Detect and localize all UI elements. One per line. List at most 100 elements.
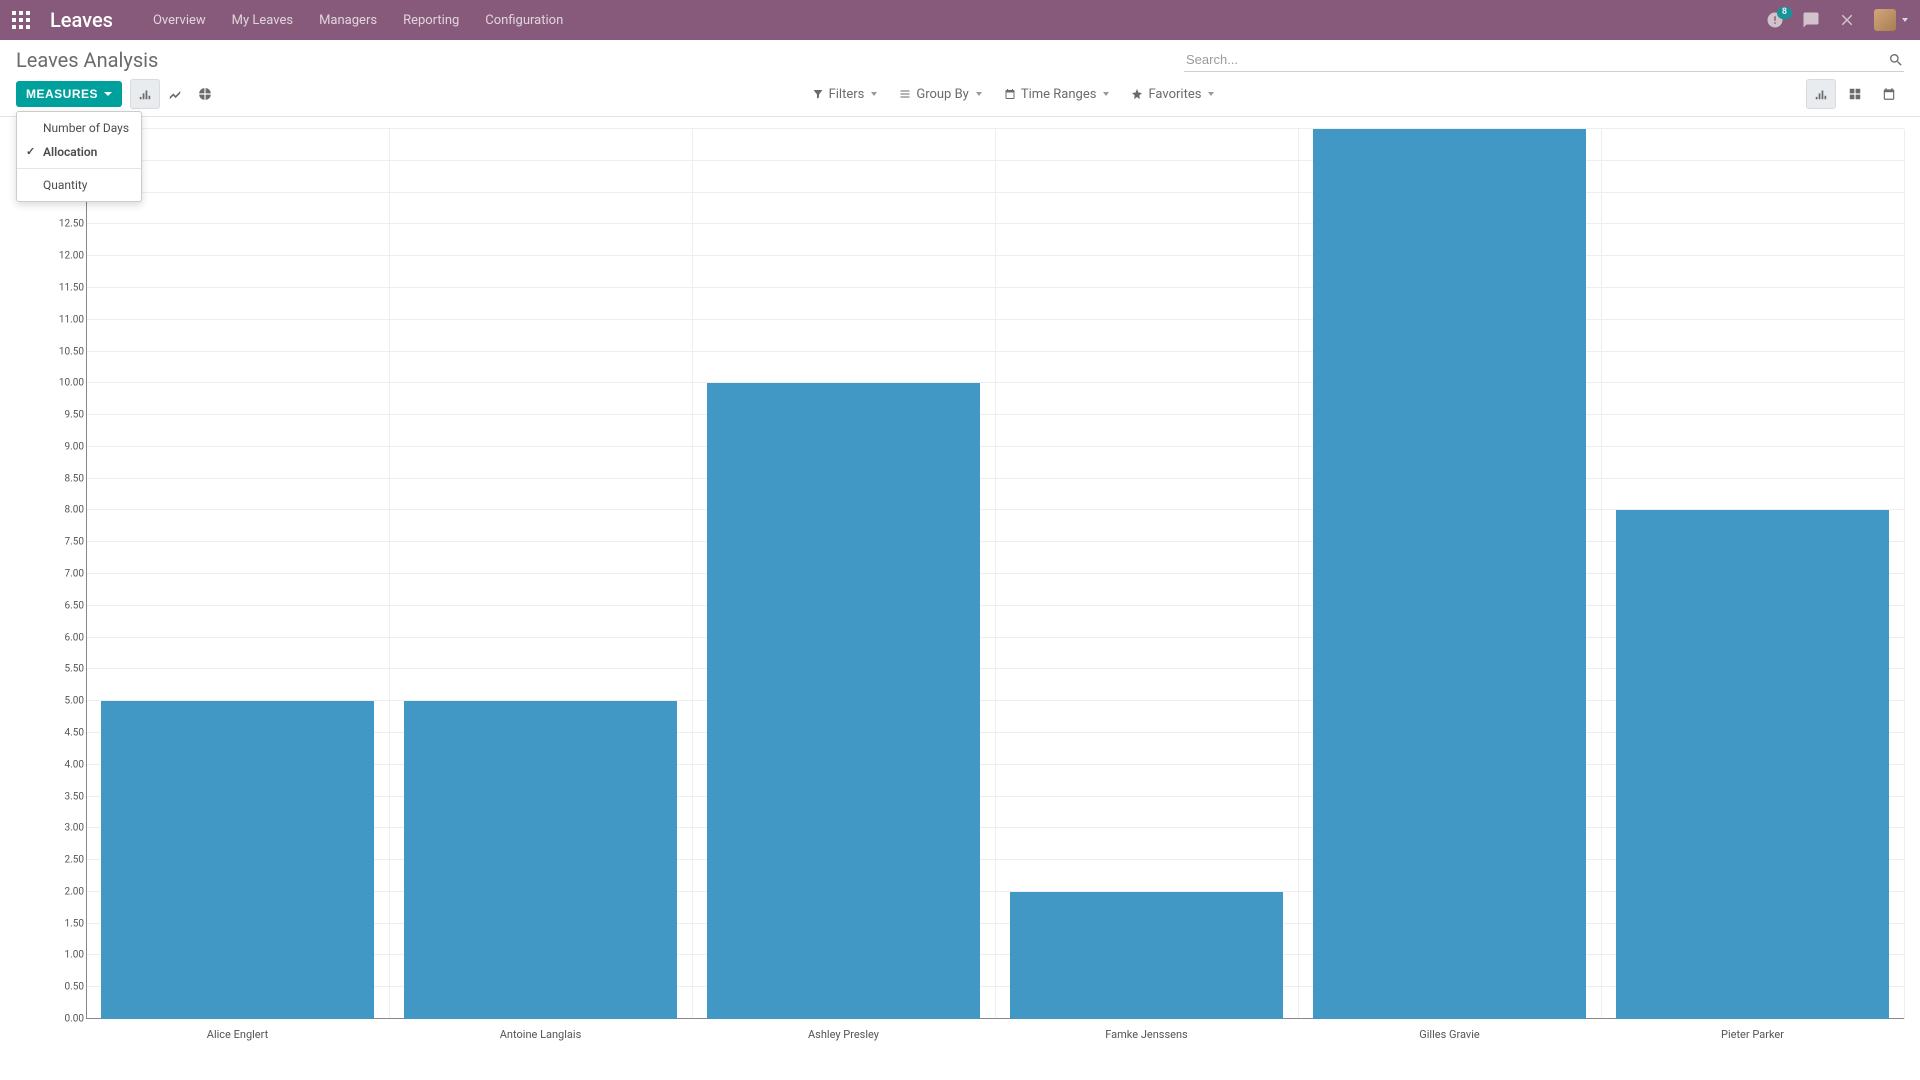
bar[interactable] [101,701,374,1019]
y-tick: 2.50 [44,855,84,866]
nav-link-configuration[interactable]: Configuration [485,13,563,28]
avatar [1874,9,1896,31]
main-navbar: Leaves Overview My Leaves Managers Repor… [0,0,1920,40]
search-input[interactable] [1184,48,1888,71]
x-label: Antoine Langlais [500,1028,582,1041]
funnel-icon [812,88,824,100]
groupby-button[interactable]: Group By [899,87,982,102]
nav-link-my-leaves[interactable]: My Leaves [232,13,293,28]
y-tick: 11.50 [44,282,84,293]
bar-slot: Famke Jenssens [995,129,1298,1019]
groupby-label: Group By [916,87,969,102]
bar[interactable] [1616,510,1889,1019]
bar-slot: Ashley Presley [692,129,995,1019]
page-title: Leaves Analysis [16,48,158,72]
measures-dropdown: Number of Days Allocation Quantity [16,111,142,202]
y-tick: 0.00 [44,1014,84,1025]
bar-slot: Pieter Parker [1601,129,1904,1019]
chevron-down-icon [871,92,877,96]
bar-slot: Alice Englert [86,129,389,1019]
y-tick: 12.50 [44,219,84,230]
pie-chart-icon [198,87,212,101]
apps-icon[interactable] [12,11,30,29]
y-tick: 5.00 [44,696,84,707]
chevron-down-icon [104,92,112,96]
calendar-icon [1882,87,1896,101]
y-tick: 7.50 [44,537,84,548]
x-label: Alice Englert [207,1028,268,1041]
chart-area: 0.000.501.001.502.002.503.003.504.004.50… [50,129,1904,1039]
measures-option-number-of-days[interactable]: Number of Days [17,116,141,140]
nav-links: Overview My Leaves Managers Reporting Co… [153,13,563,28]
x-gridline [1904,129,1905,1019]
discuss-icon[interactable] [1802,11,1820,29]
bar[interactable] [707,383,980,1019]
y-tick: 6.00 [44,632,84,643]
control-panel: Leaves Analysis MEASURES [0,40,1920,117]
brand-title[interactable]: Leaves [50,8,113,32]
bar[interactable] [1313,129,1586,1019]
grid-icon [1848,87,1862,101]
search-icon[interactable] [1888,52,1904,68]
search-bar [1184,48,1904,72]
filters-button[interactable]: Filters [812,87,878,102]
activity-badge: 8 [1777,7,1792,19]
y-tick: 10.50 [44,346,84,357]
line-chart-icon [168,87,182,101]
close-icon[interactable] [1838,11,1856,29]
y-tick: 5.50 [44,664,84,675]
y-tick: 9.50 [44,410,84,421]
nav-link-overview[interactable]: Overview [153,13,206,28]
chevron-down-icon [1902,18,1908,22]
bar-chart-icon [138,87,152,101]
view-graph-button[interactable] [1806,79,1836,109]
y-tick: 8.00 [44,505,84,516]
measures-label: MEASURES [26,87,98,101]
calendar-icon [1004,88,1016,100]
y-tick: 0.50 [44,982,84,993]
user-menu[interactable] [1874,9,1908,31]
measures-option-quantity[interactable]: Quantity [17,173,141,197]
chart-bar-button[interactable] [130,79,160,109]
star-icon [1131,88,1143,100]
favorites-label: Favorites [1148,87,1201,102]
timeranges-button[interactable]: Time Ranges [1004,87,1110,102]
timeranges-label: Time Ranges [1021,87,1097,102]
y-tick: 3.00 [44,823,84,834]
y-tick: 10.00 [44,378,84,389]
y-tick: 4.50 [44,727,84,738]
x-label: Famke Jenssens [1105,1028,1187,1041]
nav-link-reporting[interactable]: Reporting [403,13,459,28]
y-tick: 1.50 [44,918,84,929]
x-label: Gilles Gravie [1419,1028,1480,1041]
measures-option-allocation[interactable]: Allocation [17,140,141,164]
measures-button[interactable]: MEASURES [16,81,122,107]
bar[interactable] [404,701,677,1019]
y-tick: 1.00 [44,950,84,961]
y-tick: 3.50 [44,791,84,802]
filters-label: Filters [829,87,865,102]
chart-pie-button[interactable] [190,79,220,109]
dropdown-separator [17,168,141,169]
view-pivot-button[interactable] [1840,79,1870,109]
nav-right: 8 [1766,9,1908,31]
view-calendar-button[interactable] [1874,79,1904,109]
nav-link-managers[interactable]: Managers [319,13,377,28]
y-tick: 11.00 [44,314,84,325]
chevron-down-icon [1208,92,1214,96]
chevron-down-icon [1103,92,1109,96]
y-tick: 9.00 [44,441,84,452]
x-label: Ashley Presley [808,1028,879,1041]
y-tick: 6.50 [44,600,84,611]
chevron-down-icon [976,92,982,96]
y-tick: 8.50 [44,473,84,484]
list-icon [899,88,911,100]
bar-chart-icon [1814,87,1828,101]
favorites-button[interactable]: Favorites [1131,87,1214,102]
bar-slot: Antoine Langlais [389,129,692,1019]
chart-container: 0.000.501.001.502.002.503.003.504.004.50… [0,117,1920,1069]
bar[interactable] [1010,892,1283,1019]
activity-icon[interactable]: 8 [1766,11,1784,29]
y-tick: 7.00 [44,569,84,580]
chart-line-button[interactable] [160,79,190,109]
